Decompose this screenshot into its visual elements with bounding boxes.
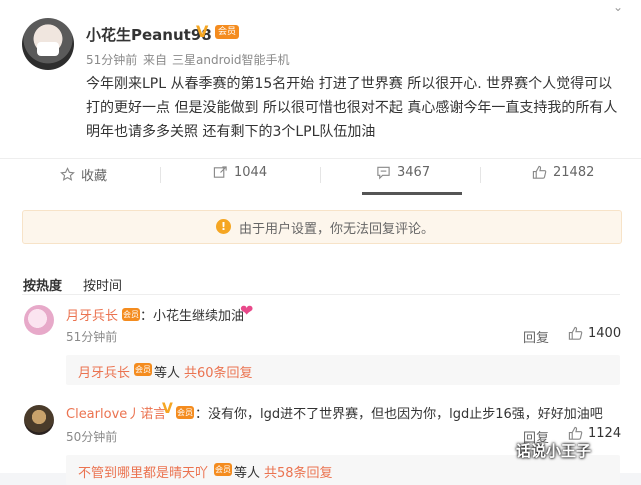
verified-v-icon: V xyxy=(162,401,173,417)
forward-button[interactable]: 1044 xyxy=(213,165,267,180)
sub-reply-others: 等人 xyxy=(154,366,181,381)
comment-button[interactable]: 3467 xyxy=(376,165,430,180)
sort-by-hot-tab[interactable]: 按热度 xyxy=(23,275,62,294)
comment-like-button[interactable]: 1400 xyxy=(568,326,621,341)
vip-badge-icon: 会员 xyxy=(214,463,232,476)
collect-label: 收藏 xyxy=(81,169,108,184)
sub-reply-others: 等人 xyxy=(234,466,261,481)
comment-like-count: 1124 xyxy=(588,426,622,441)
commenter-avatar[interactable] xyxy=(24,305,54,335)
notice-text: 由于用户设置，你无法回复评论。 xyxy=(239,222,435,237)
sub-reply-name: 月牙兵长 xyxy=(78,366,131,381)
reply-button[interactable]: 回复 xyxy=(523,327,549,346)
action-divider xyxy=(320,167,321,183)
vip-badge-icon: 会员 xyxy=(134,363,152,376)
like-count: 21482 xyxy=(553,165,595,180)
comment-tab-indicator xyxy=(362,192,462,195)
sort-by-time-tab[interactable]: 按时间 xyxy=(83,275,122,294)
forward-count: 1044 xyxy=(234,165,268,180)
star-icon xyxy=(60,167,75,181)
sub-reply-count: 共60条回复 xyxy=(184,366,253,381)
heart-emoji-icon: ❤ xyxy=(240,301,254,320)
verified-v-icon: V xyxy=(196,22,209,41)
weibo-post-card: ⌄ 小花生Peanut98 V 会员 51分钟前 来自 三星android智能手… xyxy=(0,0,641,485)
comment-time: 50分钟前 xyxy=(66,430,118,444)
post-device: 三星android智能手机 xyxy=(172,53,290,67)
thumbs-up-icon xyxy=(532,165,547,179)
vip-badge-icon: 会员 xyxy=(176,406,194,419)
action-divider xyxy=(160,167,161,183)
post-text: 今年刚来LPL 从春季赛的第15名开始 打进了世界赛 所以很开心. 世界赛个人觉… xyxy=(86,76,618,140)
comment-text: ：小花生继续加油 xyxy=(140,309,245,324)
commenter-name[interactable]: Clearlove丿诺言 xyxy=(66,403,166,422)
sub-reply-name: 不管到哪里都是晴天吖 xyxy=(78,466,209,481)
watermark-text: 话说小王子 xyxy=(516,442,592,460)
post-time[interactable]: 51分钟前 xyxy=(86,51,137,68)
sub-reply-count: 共58条回复 xyxy=(264,466,333,481)
like-button[interactable]: 21482 xyxy=(532,165,594,180)
divider xyxy=(22,294,620,295)
comment-time: 51分钟前 xyxy=(66,330,118,344)
sub-replies-link[interactable]: 月牙兵长 会员 等人 共60条回复 xyxy=(66,355,620,385)
reply-disabled-notice: ! 由于用户设置，你无法回复评论。 xyxy=(22,210,622,244)
comment-count: 3467 xyxy=(397,165,431,180)
author-username[interactable]: 小花生Peanut98 xyxy=(86,24,212,45)
commenter-name[interactable]: 月牙兵长 xyxy=(66,305,118,324)
action-divider xyxy=(480,167,481,183)
forward-icon xyxy=(213,166,227,178)
vip-badge-icon: 会员 xyxy=(215,25,239,39)
thumbs-up-icon xyxy=(568,326,583,340)
action-bar: 收藏 1044 3467 21482 xyxy=(0,158,641,189)
post-from-label: 来自 xyxy=(143,53,168,67)
comment-like-count: 1400 xyxy=(588,326,622,341)
comment-text: ：没有你，lgd进不了世界赛，但也因为你，lgd止步16强，好好加油吧 xyxy=(195,407,603,422)
collect-button[interactable]: 收藏 xyxy=(60,165,107,184)
warning-icon: ! xyxy=(216,219,231,234)
thumbs-up-icon xyxy=(568,426,583,440)
comment-like-button[interactable]: 1124 xyxy=(568,426,621,441)
commenter-avatar[interactable] xyxy=(24,405,54,435)
comment-icon xyxy=(377,166,390,180)
author-avatar[interactable] xyxy=(22,18,74,70)
post-menu-chevron-icon[interactable]: ⌄ xyxy=(613,0,623,14)
vip-badge-icon: 会员 xyxy=(122,308,140,321)
